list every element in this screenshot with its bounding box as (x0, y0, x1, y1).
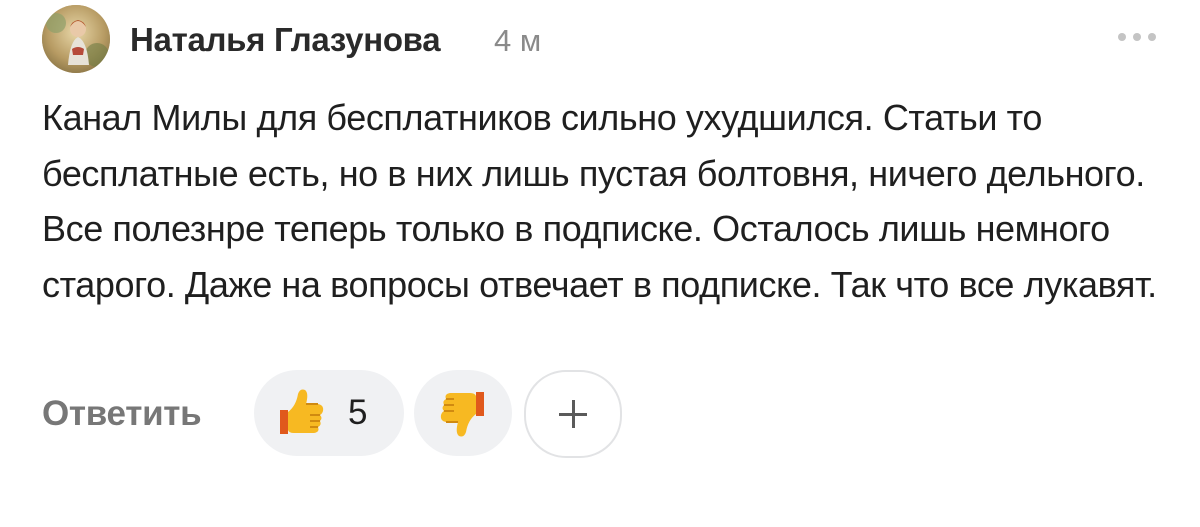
avatar[interactable] (42, 5, 110, 73)
comment-header: Наталья Глазунова 4 м (42, 5, 1162, 75)
comment: Наталья Глазунова 4 м Канал Милы для бес… (0, 0, 1200, 527)
thumbs-up-icon (280, 389, 324, 434)
like-count: 5 (348, 393, 368, 432)
dislike-button[interactable] (414, 370, 512, 456)
add-reaction-button[interactable] (524, 370, 622, 458)
comment-actions: Ответить 5 (42, 370, 742, 460)
reply-button[interactable]: Ответить (42, 394, 202, 434)
more-options-button[interactable] (1112, 27, 1162, 47)
ellipsis-icon (1118, 33, 1156, 41)
author-name[interactable]: Наталья Глазунова (130, 21, 441, 59)
comment-time: 4 м (494, 23, 542, 58)
avatar-image (42, 5, 110, 73)
comment-text: Канал Милы для бесплатников сильно ухудш… (42, 97, 1157, 305)
like-button[interactable]: 5 (254, 370, 404, 456)
thumbs-down-icon (440, 392, 484, 437)
